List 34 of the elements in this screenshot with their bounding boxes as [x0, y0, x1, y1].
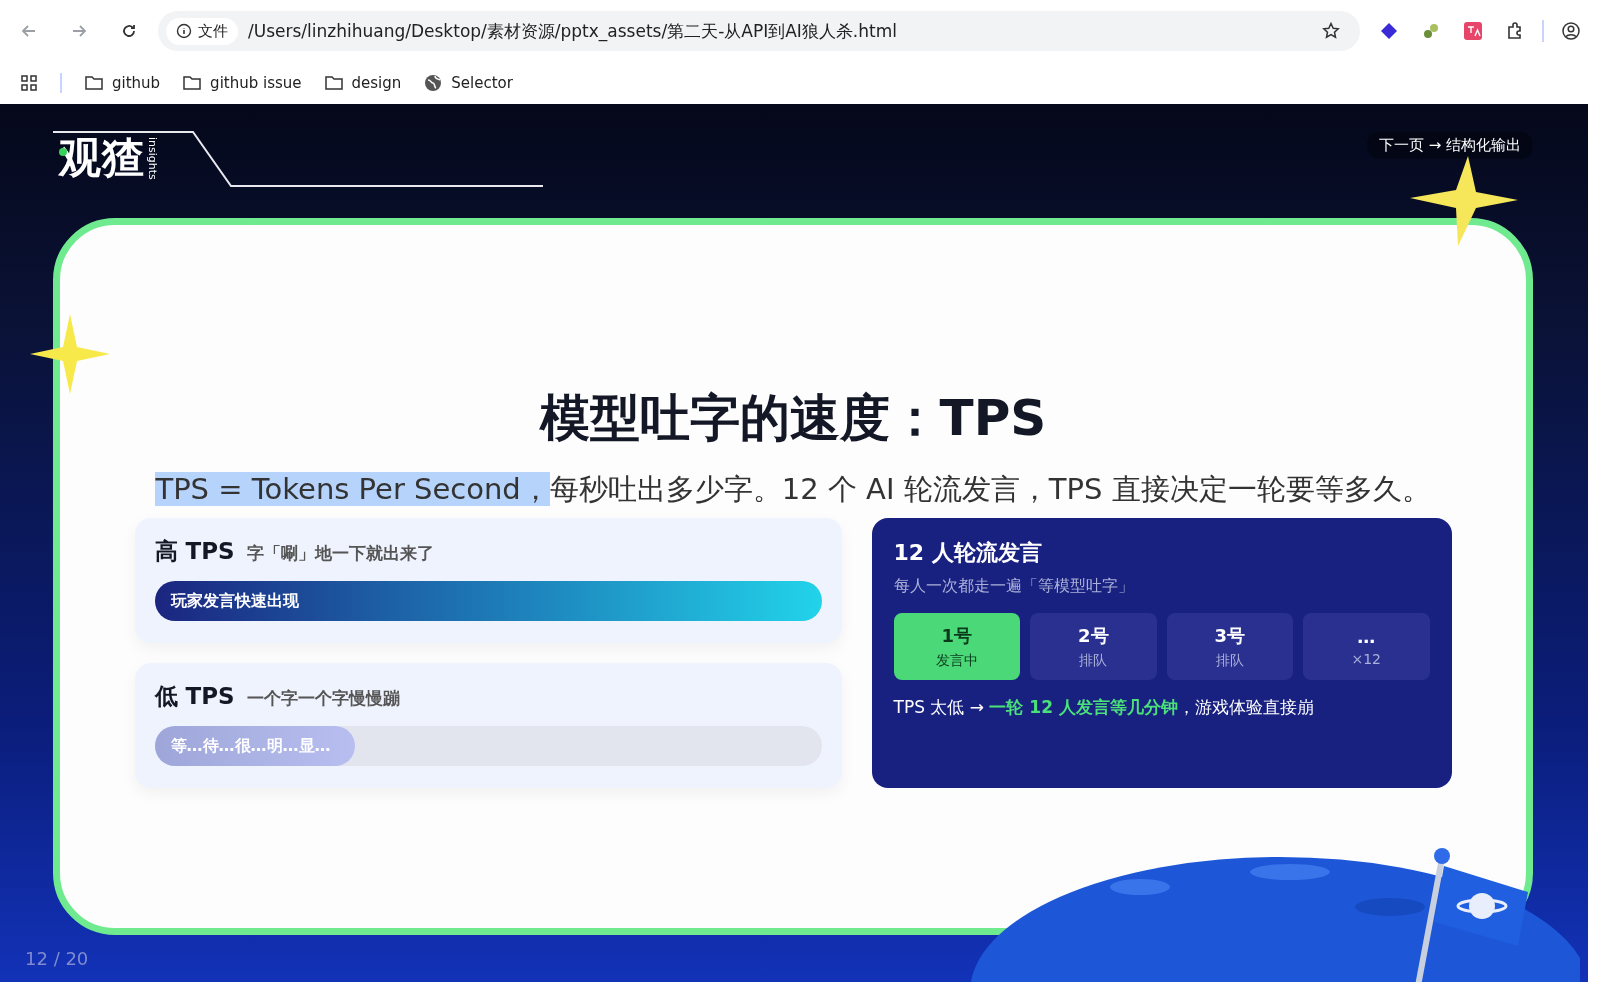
- turns-title: 12 人轮流发言: [893, 539, 1043, 567]
- next-page-link[interactable]: 下一页 → 结构化输出: [1366, 132, 1533, 159]
- turns-note: TPS 太低 → 一轮 12 人发言等几分钟，游戏体验直接崩: [893, 696, 1315, 719]
- folder-icon: [84, 73, 104, 93]
- folder-icon: [182, 73, 203, 93]
- bookmark-item[interactable]: github issue: [176, 69, 308, 97]
- turns-subtitle: 每人一次都走一遍「等模型吐字」: [893, 576, 1135, 597]
- card-heading: 高 TPS: [154, 537, 235, 566]
- card-note: 字「唰」地一下就出来了: [246, 542, 434, 565]
- url-text: /Users/linzhihuang/Desktop/素材资源/pptx_assets/第二天-从API到AI狼人杀.html: [248, 19, 898, 43]
- card-note: 一个字一个字慢慢蹦: [246, 687, 400, 710]
- speaker-number: …: [1357, 626, 1376, 647]
- speaker-status: ×12: [1351, 651, 1381, 667]
- speaker-status: 排队: [1215, 651, 1244, 670]
- speaker-status: 发言中: [935, 651, 978, 670]
- card-heading: 低 TPS: [154, 682, 235, 711]
- address-bar[interactable]: 文件 /Users/linzhihuang/Desktop/素材资源/pptx_assets/第二天-从API到AI狼人杀.html: [158, 11, 1360, 51]
- bar-label: 玩家发言快速出现: [169, 590, 299, 612]
- speaker-number: 3号: [1214, 623, 1245, 648]
- bookmark-item[interactable]: Selector: [417, 69, 519, 97]
- speaker-number: 1号: [941, 623, 972, 648]
- speaker-number: 2号: [1078, 623, 1109, 648]
- slide-title: 模型吐字的速度：TPS: [539, 388, 1047, 449]
- bookmark-item[interactable]: design: [317, 69, 408, 97]
- page-counter: 12 / 20: [25, 948, 89, 969]
- info-icon: [176, 23, 192, 39]
- subtitle: TPS = Tokens Per Second，每秒吐出多少字。12 个 AI 轮流发言，TPS 直接决定一轮要等多久。: [155, 471, 1431, 508]
- folder-icon: [323, 73, 344, 93]
- logo: 观猹 insights: [57, 132, 158, 184]
- bookmark-item[interactable]: github: [78, 69, 167, 97]
- site-info-chip[interactable]: 文件: [166, 17, 238, 45]
- globe-icon: [423, 73, 444, 93]
- bar-label: 等…待…很…明…显…: [169, 735, 331, 757]
- speaker-status: 排队: [1079, 651, 1108, 670]
